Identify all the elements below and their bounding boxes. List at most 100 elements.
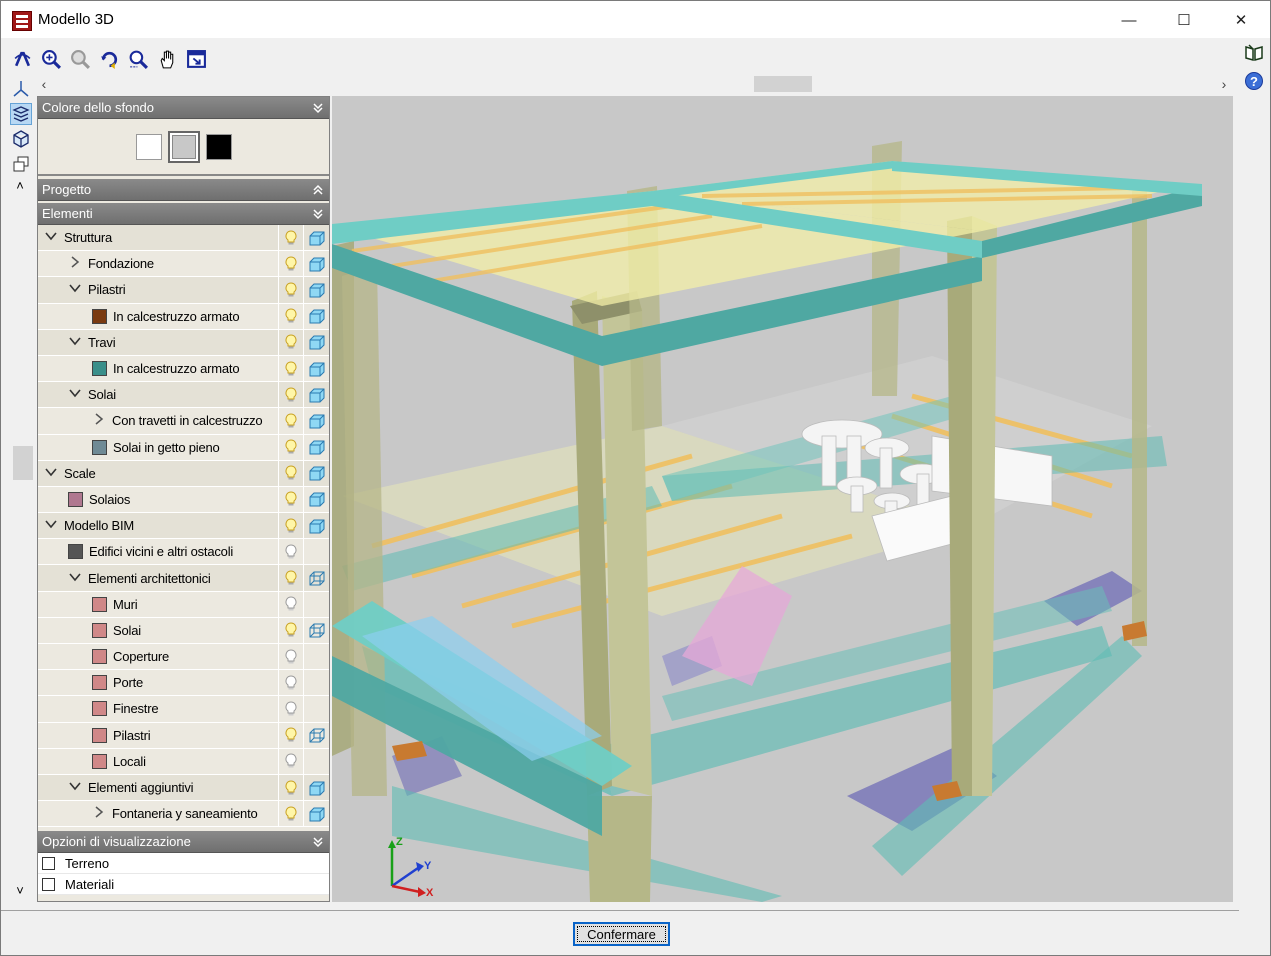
cube-solid-icon[interactable] — [303, 303, 329, 329]
bulb-off-icon[interactable] — [278, 644, 303, 670]
bulb-off-icon[interactable] — [278, 670, 303, 696]
sections-icon[interactable] — [10, 153, 32, 175]
expand-icon[interactable] — [311, 179, 325, 201]
tree-row[interactable]: In calcestruzzo armato — [38, 303, 329, 330]
maximize-button[interactable]: ☐ — [1161, 1, 1207, 39]
vertical-scroll-thumb[interactable] — [13, 446, 33, 480]
tree-row[interactable]: Porte — [38, 670, 329, 697]
option-terreno[interactable]: Terreno — [38, 853, 329, 875]
chevron-down-icon[interactable] — [68, 283, 82, 296]
bulb-on-icon[interactable] — [278, 277, 303, 303]
chevron-down-icon[interactable] — [68, 781, 82, 794]
bulb-on-icon[interactable] — [278, 565, 303, 591]
tree-row[interactable]: In calcestruzzo armato — [38, 355, 329, 383]
confirm-button[interactable]: Confermare — [573, 922, 670, 946]
cube-solid-icon[interactable] — [303, 408, 329, 434]
bulb-off-icon[interactable] — [278, 539, 303, 565]
tree-row[interactable]: Finestre — [38, 696, 329, 723]
cube-solid-icon[interactable] — [303, 382, 329, 408]
tree-row[interactable]: Modello BIM — [38, 513, 329, 540]
zoom-window-icon[interactable] — [69, 48, 92, 71]
tree-row[interactable]: Pilastri — [38, 722, 329, 749]
cube-solid-icon[interactable] — [303, 225, 329, 251]
cube-wire-icon[interactable] — [303, 565, 329, 591]
swatch-white[interactable] — [135, 133, 162, 160]
chevron-down-icon[interactable] — [44, 231, 58, 244]
tree-row[interactable]: Coperture — [38, 644, 329, 671]
cube-solid-icon[interactable] — [303, 277, 329, 303]
tree-row[interactable]: Travi — [38, 329, 329, 356]
tree-row[interactable]: Fondazione — [38, 251, 329, 278]
building-3d-model[interactable]: Z Y X — [332, 96, 1233, 902]
bulb-on-icon[interactable] — [278, 329, 303, 355]
help-question-icon[interactable]: ? — [1243, 70, 1265, 92]
swatch-black[interactable] — [205, 133, 232, 160]
help-book-icon[interactable] — [1243, 42, 1265, 64]
tree-row[interactable]: Edifici vicini e altri ostacoli — [38, 539, 329, 566]
chevron-down-icon[interactable] — [44, 467, 58, 480]
horizontal-scrollbar[interactable]: ‹ › — [36, 74, 1232, 94]
swatch-gray[interactable] — [167, 130, 200, 163]
horizontal-scroll-thumb[interactable] — [754, 76, 812, 92]
chevron-right-icon[interactable] — [68, 256, 82, 271]
bulb-on-icon[interactable] — [278, 225, 303, 251]
bulb-on-icon[interactable] — [278, 355, 303, 382]
cube-wire-icon[interactable] — [303, 617, 329, 643]
bulb-off-icon[interactable] — [278, 591, 303, 617]
progetto-header[interactable]: Progetto — [38, 179, 329, 201]
tree-row[interactable]: Scale — [38, 460, 329, 487]
bulb-on-icon[interactable] — [278, 251, 303, 277]
bulb-off-icon[interactable] — [278, 748, 303, 774]
tree-row[interactable]: Con travetti in calcestruzzo — [38, 408, 329, 435]
cube-solid-icon[interactable] — [303, 513, 329, 539]
bulb-on-icon[interactable] — [278, 774, 303, 801]
zoom-extents-icon[interactable] — [40, 48, 63, 71]
cube-solid-icon[interactable] — [303, 774, 329, 801]
cube-solid-icon[interactable] — [303, 329, 329, 355]
terreno-checkbox[interactable] — [42, 856, 55, 870]
cube-solid-icon[interactable] — [303, 434, 329, 460]
scroll-right-icon[interactable]: › — [1216, 74, 1232, 94]
elementi-header[interactable]: Elementi — [38, 203, 329, 225]
bulb-on-icon[interactable] — [278, 722, 303, 748]
bulb-on-icon[interactable] — [278, 617, 303, 643]
chevron-right-icon[interactable] — [92, 806, 106, 821]
scroll-left-icon[interactable]: ‹ — [36, 74, 52, 94]
pan-hand-icon[interactable] — [156, 48, 179, 71]
cube-solid-icon[interactable] — [303, 460, 329, 486]
bulb-on-icon[interactable] — [278, 408, 303, 434]
layers-icon[interactable] — [10, 103, 32, 125]
chevron-right-icon[interactable] — [92, 413, 106, 428]
scroll-up-icon[interactable]: ˄ — [12, 178, 28, 193]
axes-icon[interactable] — [10, 78, 32, 100]
bulb-on-icon[interactable] — [278, 513, 303, 539]
tree-row[interactable]: Solai — [38, 382, 329, 409]
chevron-down-icon[interactable] — [44, 519, 58, 532]
chevron-down-icon[interactable] — [68, 572, 82, 585]
export-view-icon[interactable] — [185, 48, 208, 71]
bulb-on-icon[interactable] — [278, 382, 303, 408]
cube-solid-icon[interactable] — [303, 486, 329, 513]
cube-view-icon[interactable] — [10, 128, 32, 150]
tree-row[interactable]: Solai in getto pieno — [38, 434, 329, 461]
background-color-header[interactable]: Colore dello sfondo — [38, 97, 329, 119]
bulb-off-icon[interactable] — [278, 696, 303, 722]
tree-row[interactable]: Struttura — [38, 225, 329, 252]
tree-row[interactable]: Locali — [38, 748, 329, 775]
collapse-icon[interactable] — [311, 97, 325, 119]
tree-row[interactable]: Fontaneria y saneamiento — [38, 801, 329, 828]
bulb-on-icon[interactable] — [278, 486, 303, 513]
tree-row[interactable]: Elementi architettonici — [38, 565, 329, 592]
cube-solid-icon[interactable] — [303, 251, 329, 277]
bulb-on-icon[interactable] — [278, 434, 303, 460]
option-materiali[interactable]: Materiali — [38, 874, 329, 896]
cube-solid-icon[interactable] — [303, 355, 329, 382]
collapse-icon[interactable] — [311, 831, 325, 853]
tree-row[interactable]: Solai — [38, 617, 329, 644]
chevron-down-icon[interactable] — [68, 388, 82, 401]
rotate-view-icon[interactable] — [11, 48, 34, 71]
opzioni-header[interactable]: Opzioni di visualizzazione — [38, 831, 329, 854]
tree-row[interactable]: Solaios — [38, 486, 329, 514]
minimize-button[interactable]: — — [1106, 1, 1152, 39]
bulb-on-icon[interactable] — [278, 303, 303, 329]
